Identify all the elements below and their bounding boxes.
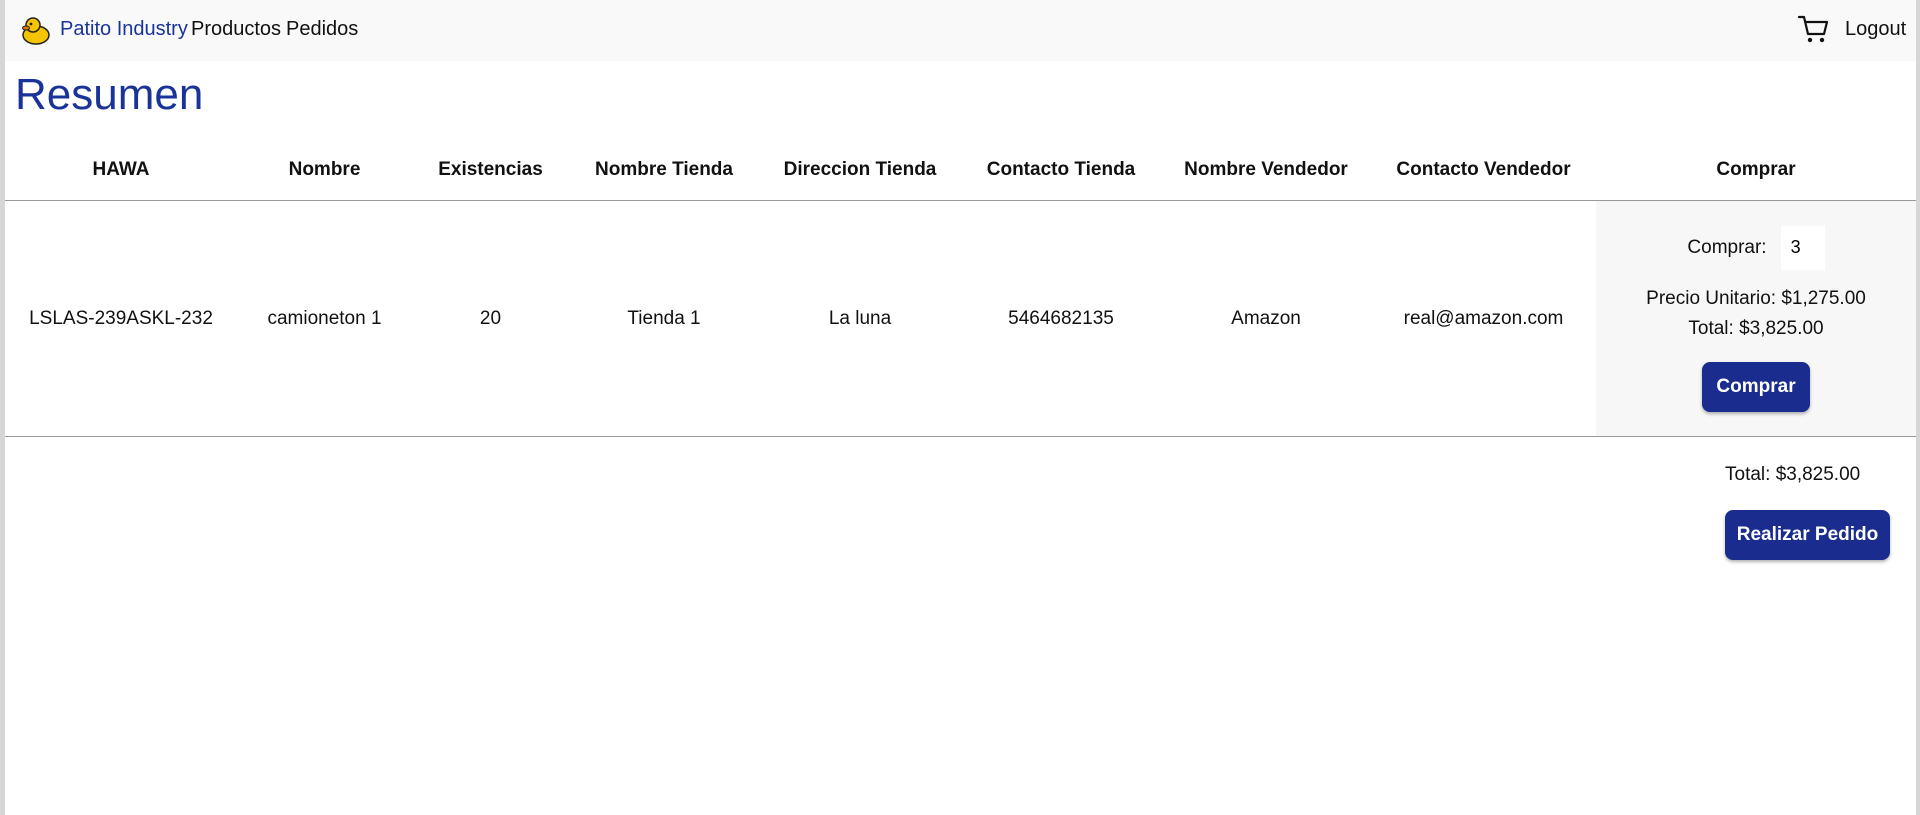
header-existencias: Existencias (412, 140, 569, 201)
header-nombre: Nombre (237, 140, 412, 201)
logout-link[interactable]: Logout (1845, 18, 1906, 41)
table-header-row: HAWA Nombre Existencias Nombre Tienda Di… (5, 140, 1916, 201)
nav-link-productos[interactable]: Productos (191, 18, 281, 41)
unit-price: Precio Unitario: $1,275.00 (1646, 287, 1866, 309)
header-contacto-tienda: Contacto Tienda (961, 140, 1161, 201)
realizar-pedido-button[interactable]: Realizar Pedido (1725, 510, 1890, 560)
brand-link[interactable]: Patito Industry (60, 18, 188, 41)
cell-direccion-tienda: La luna (759, 200, 961, 437)
page-title: Resumen (15, 70, 204, 119)
cell-existencias: 20 (412, 200, 569, 437)
products-table: HAWA Nombre Existencias Nombre Tienda Di… (5, 140, 1916, 437)
table-row: LSLAS-239ASKL-232 camioneton 1 20 Tienda… (5, 200, 1916, 437)
quantity-input[interactable] (1780, 225, 1825, 270)
header-hawa: HAWA (5, 140, 237, 201)
cell-nombre: camioneton 1 (237, 200, 412, 437)
header-direccion-tienda: Direccion Tienda (759, 140, 961, 201)
cell-comprar: Comprar: Precio Unitario: $1,275.00 Tota… (1596, 200, 1916, 437)
comprar-button[interactable]: Comprar (1702, 361, 1810, 412)
header-nombre-vendedor: Nombre Vendedor (1161, 140, 1371, 201)
header-contacto-vendedor: Contacto Vendedor (1371, 140, 1596, 201)
cell-nombre-vendedor: Amazon (1161, 200, 1371, 437)
cell-contacto-vendedor: real@amazon.com (1371, 200, 1596, 437)
navbar: Patito Industry Productos Pedidos Logout (5, 0, 1916, 61)
window-right-border (1916, 0, 1920, 815)
header-nombre-tienda: Nombre Tienda (569, 140, 759, 201)
quantity-label: Comprar: (1687, 236, 1767, 258)
nav-link-pedidos[interactable]: Pedidos (286, 18, 358, 41)
cell-contacto-tienda: 5464682135 (961, 200, 1161, 437)
cart-icon[interactable] (1797, 12, 1831, 46)
duck-icon[interactable] (19, 14, 51, 46)
cell-hawa: LSLAS-239ASKL-232 (5, 200, 237, 437)
quantity-row: Comprar: (1597, 225, 1915, 270)
header-comprar: Comprar (1596, 140, 1916, 201)
row-total: Total: $3,825.00 (1688, 317, 1824, 339)
cell-nombre-tienda: Tienda 1 (569, 200, 759, 437)
order-total: Total: $3,825.00 (1725, 464, 1861, 485)
